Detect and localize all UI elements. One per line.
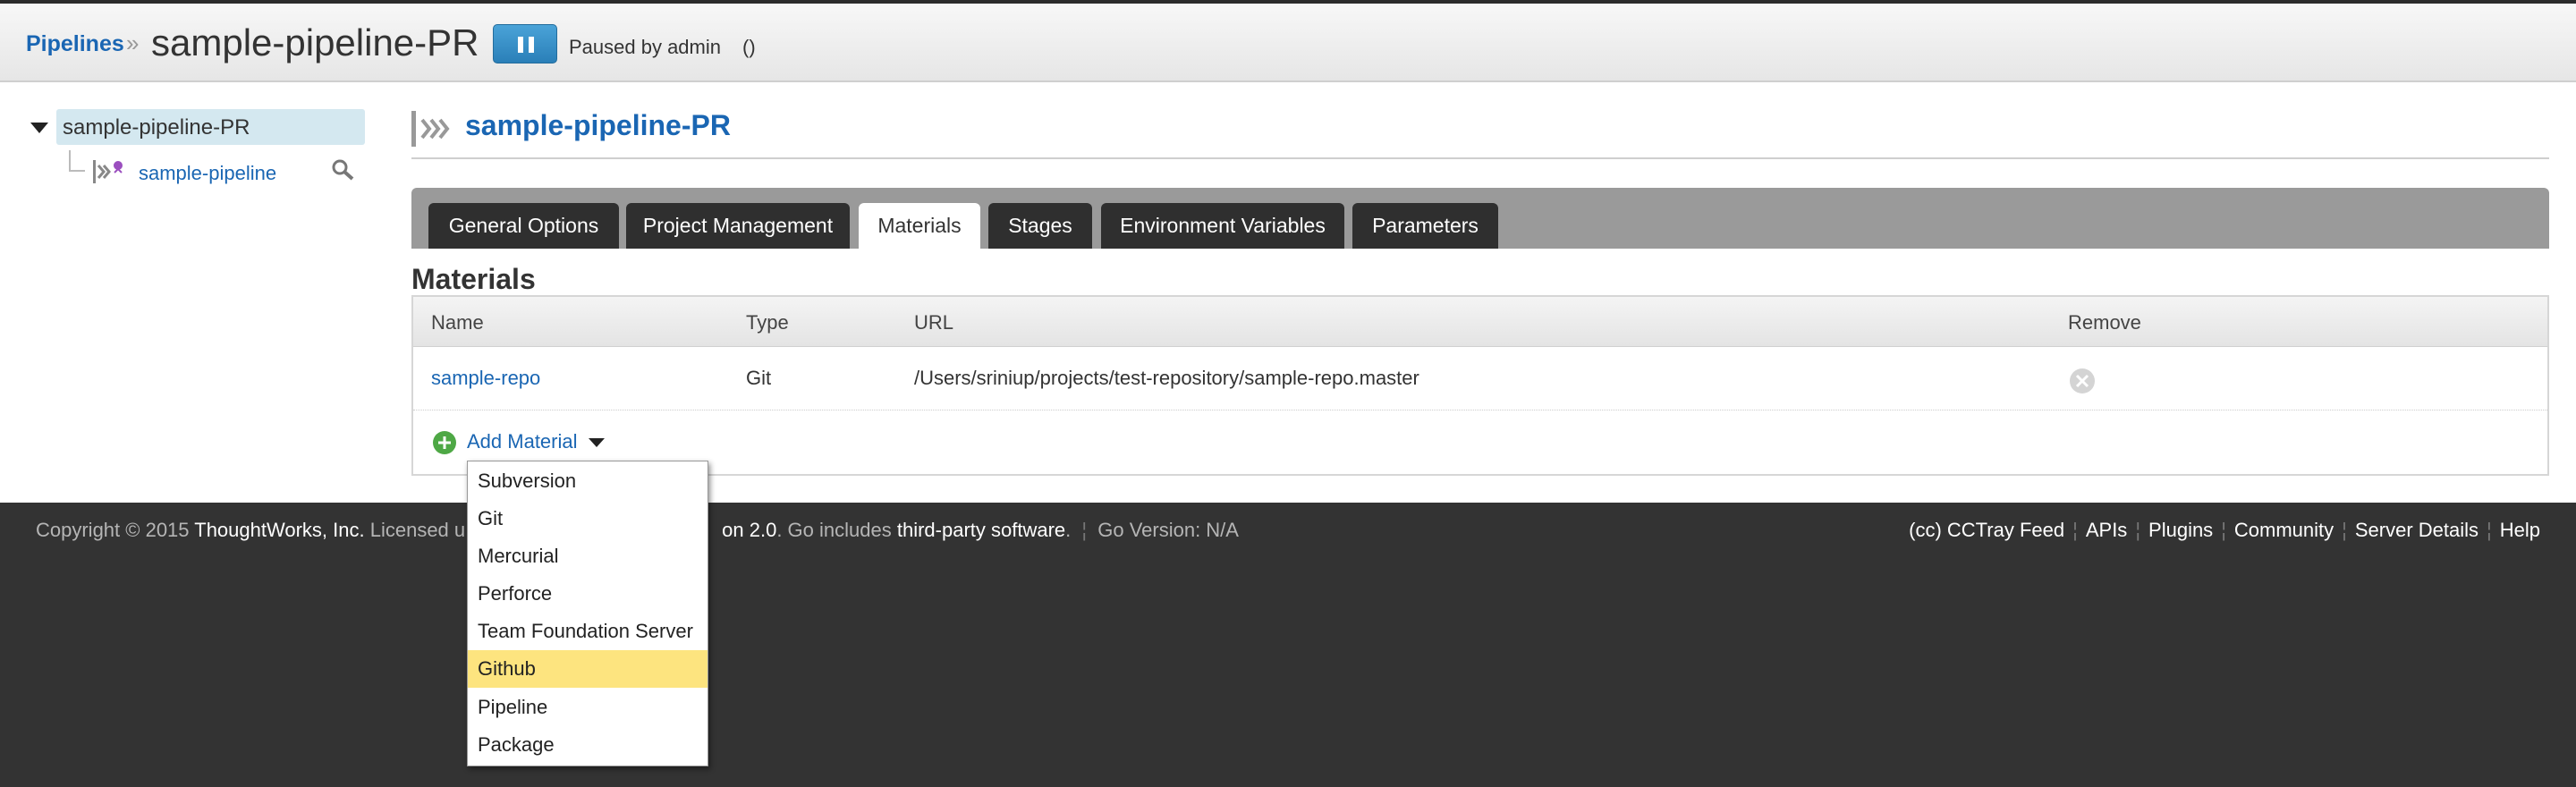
section-title: Materials bbox=[411, 263, 536, 295]
footer-link-plugins[interactable]: Plugins bbox=[2148, 519, 2213, 541]
tree-item-root[interactable]: sample-pipeline-PR bbox=[56, 109, 365, 145]
dropdown-option-perforce[interactable]: Perforce bbox=[468, 575, 708, 613]
dropdown-option-pipeline[interactable]: Pipeline bbox=[468, 689, 708, 726]
page-header: Pipelines » sample-pipeline-PR Paused by… bbox=[0, 4, 2576, 82]
material-type: Git bbox=[746, 367, 772, 389]
footer-dot: . bbox=[1065, 519, 1072, 541]
tab-general-options[interactable]: General Options bbox=[428, 203, 619, 249]
dropdown-option-package[interactable]: Package bbox=[468, 726, 708, 764]
materials-table: Name Type URL Remove sample-repo Git /Us… bbox=[411, 295, 2549, 476]
add-icon[interactable] bbox=[431, 429, 458, 456]
pipeline-heading: sample-pipeline-PR bbox=[465, 109, 731, 141]
tree-connector bbox=[69, 150, 85, 172]
dropdown-option-git[interactable]: Git bbox=[468, 500, 708, 537]
search-icon[interactable] bbox=[331, 158, 358, 182]
paused-cause: () bbox=[742, 36, 756, 58]
template-pipeline-icon bbox=[93, 160, 123, 183]
footer-link-apis[interactable]: APIs bbox=[2086, 519, 2127, 541]
remove-icon[interactable] bbox=[2068, 367, 2097, 395]
tab-bar: General Options Project Management Mater… bbox=[411, 188, 2549, 249]
column-header-name: Name bbox=[431, 311, 484, 334]
tree-root-label: sample-pipeline-PR bbox=[63, 115, 250, 140]
footer-go-version: Go Version: N/A bbox=[1097, 519, 1239, 541]
footer-includes-text: . Go includes bbox=[776, 519, 892, 541]
pipeline-icon bbox=[411, 111, 450, 147]
breadcrumb-separator: » bbox=[126, 30, 140, 56]
tree-collapse-toggle[interactable] bbox=[30, 123, 48, 133]
pause-button[interactable] bbox=[493, 24, 557, 63]
material-type-dropdown: Subversion Git Mercurial Perforce Team F… bbox=[467, 461, 708, 766]
dropdown-option-mercurial[interactable]: Mercurial bbox=[468, 537, 708, 575]
footer-license-text: Licensed u bbox=[369, 519, 466, 541]
material-name-link[interactable]: sample-repo bbox=[431, 367, 540, 390]
dropdown-option-subversion[interactable]: Subversion bbox=[468, 462, 708, 500]
footer-link-community[interactable]: Community bbox=[2234, 519, 2334, 541]
page-footer: Copyright © 2015 ThoughtWorks, Inc. Lice… bbox=[0, 503, 2576, 787]
heading-divider bbox=[411, 157, 2549, 159]
footer-link-cctray[interactable]: (cc) CCTray Feed bbox=[1909, 519, 2064, 541]
footer-links: (cc) CCTray Feed ¦ APIs ¦ Plugins ¦ Community ¦… bbox=[1909, 519, 2540, 541]
footer-link-help[interactable]: Help bbox=[2500, 519, 2540, 541]
column-header-remove: Remove bbox=[2068, 311, 2141, 334]
footer-copyright: Copyright © 2015 bbox=[36, 519, 190, 541]
chevron-down-icon[interactable] bbox=[589, 438, 605, 447]
footer-link-server-details[interactable]: Server Details bbox=[2355, 519, 2479, 541]
dropdown-option-tfs[interactable]: Team Foundation Server bbox=[468, 613, 708, 650]
table-header: Name Type URL Remove bbox=[413, 297, 2547, 347]
tab-stages[interactable]: Stages bbox=[988, 203, 1092, 249]
page-title: sample-pipeline-PR bbox=[151, 21, 479, 63]
tree-item-sample-pipeline[interactable]: sample-pipeline bbox=[139, 162, 276, 185]
column-header-type: Type bbox=[746, 311, 789, 334]
tab-project-management[interactable]: Project Management bbox=[626, 203, 850, 249]
paused-status: Paused by admin bbox=[569, 36, 721, 58]
material-url: /Users/sriniup/projects/test-repository/… bbox=[914, 367, 1419, 389]
tab-environment-variables[interactable]: Environment Variables bbox=[1101, 203, 1344, 249]
footer-license-link[interactable]: on 2.0 bbox=[722, 519, 776, 541]
dropdown-option-github[interactable]: Github bbox=[468, 650, 708, 688]
tab-parameters[interactable]: Parameters bbox=[1352, 203, 1498, 249]
add-material-button[interactable]: Add Material bbox=[467, 430, 578, 453]
breadcrumb-pipelines-link[interactable]: Pipelines bbox=[26, 31, 124, 57]
footer-company-link[interactable]: ThoughtWorks, Inc. bbox=[194, 519, 364, 541]
column-header-url: URL bbox=[914, 311, 954, 334]
footer-third-party-link[interactable]: third-party software bbox=[897, 519, 1065, 541]
tab-materials[interactable]: Materials bbox=[859, 203, 980, 249]
